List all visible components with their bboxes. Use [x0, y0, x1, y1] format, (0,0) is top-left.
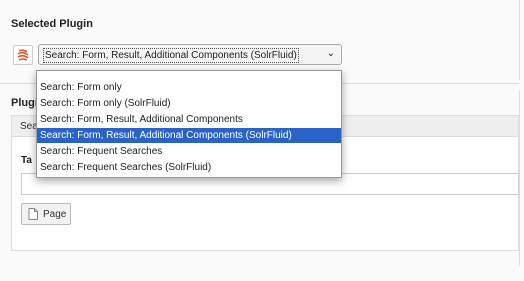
page-browse-button[interactable]: Page — [21, 203, 71, 225]
dropdown-option[interactable]: Search: Form only (SolrFluid) — [37, 96, 341, 111]
page-icon — [28, 208, 38, 220]
dropdown-option-selected[interactable]: Search: Form, Result, Additional Compone… — [37, 128, 341, 143]
plugin-select-dropdown: Search: Form only Search: Form only (Sol… — [36, 70, 342, 178]
dropdown-option[interactable]: Search: Frequent Searches — [37, 144, 341, 159]
dropdown-option[interactable]: Search: Form, Result, Additional Compone… — [37, 112, 341, 127]
plugin-select[interactable]: Search: Form, Result, Additional Compone… — [38, 44, 342, 65]
selected-plugin-title: Selected Plugin — [11, 18, 93, 30]
selected-plugin-panel — [0, 0, 520, 80]
plugin-options-title: Plugi — [11, 97, 38, 109]
chevron-down-icon[interactable]: ⌄ — [327, 48, 335, 59]
dropdown-option[interactable]: Search: Form only — [37, 80, 341, 95]
solr-plugin-icon — [13, 45, 33, 65]
plugin-select-value: Search: Form, Result, Additional Compone… — [43, 48, 299, 63]
dropdown-option[interactable]: Search: Frequent Searches (SolrFluid) — [37, 160, 341, 175]
page-button-label: Page — [43, 208, 67, 220]
target-field-label: Ta — [21, 155, 32, 166]
